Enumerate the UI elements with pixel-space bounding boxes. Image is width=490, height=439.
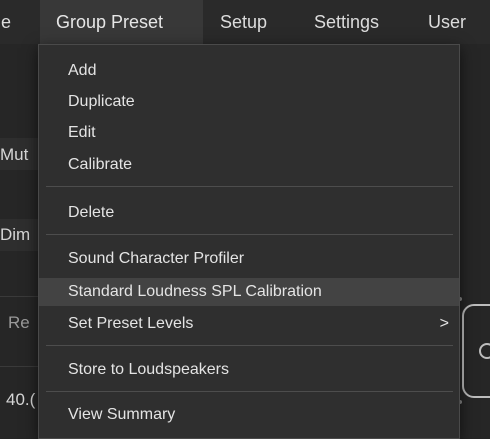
menu-item-add[interactable]: Add	[39, 57, 459, 85]
menu-bar: e Group Preset Setup Settings User	[0, 0, 490, 44]
menu-item-partial[interactable]: e	[1, 0, 11, 44]
menu-user[interactable]: User	[428, 0, 466, 44]
dim-label: Dim	[0, 225, 31, 244]
group-preset-dropdown: Add Duplicate Edit Calibrate Delete Soun…	[38, 44, 460, 439]
menu-separator	[46, 391, 453, 392]
menu-separator	[46, 186, 453, 187]
menu-settings[interactable]: Settings	[314, 0, 379, 44]
menu-separator	[46, 234, 453, 235]
menu-item-duplicate[interactable]: Duplicate	[39, 88, 459, 116]
menu-item-store-to-loudspeakers[interactable]: Store to Loudspeakers	[39, 356, 459, 384]
menu-item-delete[interactable]: Delete	[39, 199, 459, 227]
menu-item-calibrate[interactable]: Calibrate	[39, 151, 459, 179]
app-window: Mut Dim Re 40.( e Group Preset Setup Set…	[0, 0, 490, 439]
menu-separator	[46, 345, 453, 346]
mute-label: Mut	[0, 145, 29, 164]
re-label: Re	[8, 313, 30, 332]
menu-item-view-summary[interactable]: View Summary	[39, 401, 459, 429]
menu-item-sound-character-profiler[interactable]: Sound Character Profiler	[39, 245, 459, 273]
menu-item-edit[interactable]: Edit	[39, 119, 459, 147]
divider	[0, 366, 38, 367]
divider	[0, 296, 38, 297]
menu-group-preset[interactable]: Group Preset	[40, 0, 203, 44]
menu-item-set-preset-levels[interactable]: Set Preset Levels >	[39, 310, 459, 338]
value-readout: 40.(	[6, 390, 36, 409]
menu-item-standard-loudness-spl-calibration[interactable]: Standard Loudness SPL Calibration	[39, 278, 459, 306]
speaker-knob-icon	[479, 343, 490, 359]
menu-item-label: Set Preset Levels	[68, 315, 194, 332]
menu-setup[interactable]: Setup	[220, 0, 267, 44]
chevron-right-icon: >	[439, 315, 449, 332]
